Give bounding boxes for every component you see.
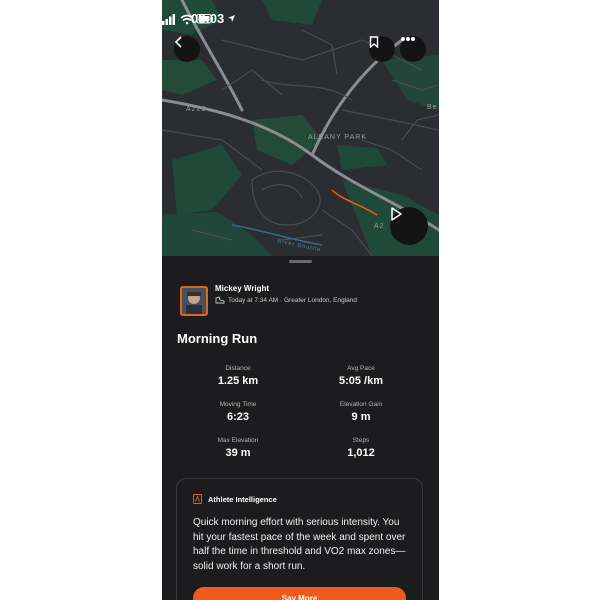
avatar-image bbox=[182, 288, 206, 314]
bookmark-button[interactable] bbox=[369, 36, 395, 62]
stat-value: 9 m bbox=[351, 411, 371, 423]
stat-distance: Distance 1.25 km bbox=[183, 365, 293, 387]
stat-steps: Steps 1,012 bbox=[306, 437, 416, 459]
athlete-intelligence-header: Athlete Intelligence bbox=[193, 494, 277, 504]
activity-title: Morning Run bbox=[177, 331, 258, 346]
signal-icon bbox=[162, 14, 175, 25]
more-icon bbox=[401, 37, 415, 41]
athlete-intelligence-title: Athlete Intelligence bbox=[208, 494, 277, 504]
back-button[interactable] bbox=[174, 36, 200, 62]
stat-label: Moving Time bbox=[219, 401, 257, 408]
stat-max-elevation: Max Elevation 39 m bbox=[183, 437, 293, 459]
stat-label: Distance bbox=[225, 365, 251, 372]
status-bar: 08:03 bbox=[162, 10, 439, 28]
shoe-icon bbox=[215, 296, 225, 304]
map-label-a2: A2 bbox=[374, 223, 385, 230]
activity-meta: Today at 7:34 AM · Greater London, Engla… bbox=[215, 296, 357, 304]
back-chevron-icon bbox=[174, 36, 182, 48]
stat-moving-time: Moving Time 6:23 bbox=[183, 401, 293, 423]
status-icons bbox=[162, 14, 213, 25]
wifi-icon bbox=[180, 14, 194, 22]
battery-icon bbox=[196, 14, 213, 24]
map-label-a222: A222 bbox=[186, 106, 207, 113]
sheet-handle[interactable] bbox=[289, 260, 312, 263]
activity-sheet: Mickey Wright Today at 7:34 AM · Greater… bbox=[162, 256, 439, 600]
stat-avg-pace: Avg Pace 5:05 /km bbox=[306, 365, 416, 387]
say-more-button[interactable]: Say More bbox=[193, 587, 406, 600]
stat-value: 39 m bbox=[225, 447, 251, 459]
more-button[interactable] bbox=[400, 36, 426, 62]
athlete-avatar[interactable] bbox=[180, 286, 208, 316]
athlete-intelligence-icon bbox=[193, 494, 202, 504]
map-label-edge: Be bbox=[427, 104, 438, 111]
athlete-name[interactable]: Mickey Wright bbox=[215, 284, 269, 293]
stat-value: 6:23 bbox=[226, 411, 250, 423]
stat-value: 5:05 /km bbox=[338, 375, 384, 387]
activity-meta-text: Today at 7:34 AM · Greater London, Engla… bbox=[228, 296, 358, 304]
stat-label: Steps bbox=[352, 437, 370, 444]
athlete-intelligence-text: Quick morning effort with serious intens… bbox=[193, 517, 406, 572]
map-label-area: ALBANY PARK bbox=[308, 134, 367, 141]
location-arrow-icon bbox=[227, 14, 236, 23]
stat-elevation-gain: Elevation Gain 9 m bbox=[306, 401, 416, 423]
bookmark-icon bbox=[369, 36, 379, 48]
phone-screen: 08:03 bbox=[162, 0, 439, 600]
route-map[interactable]: 08:03 bbox=[162, 0, 439, 256]
stat-value: 1,012 bbox=[347, 447, 375, 459]
stat-label: Elevation Gain bbox=[339, 401, 383, 408]
stat-label: Avg Pace bbox=[347, 365, 375, 372]
stat-value: 1.25 km bbox=[217, 375, 259, 387]
play-icon bbox=[391, 207, 402, 221]
athlete-intelligence-card: Athlete Intelligence Quick morning effor… bbox=[176, 478, 423, 600]
stat-label: Max Elevation bbox=[217, 437, 259, 444]
play-flyover-button[interactable] bbox=[390, 207, 428, 245]
